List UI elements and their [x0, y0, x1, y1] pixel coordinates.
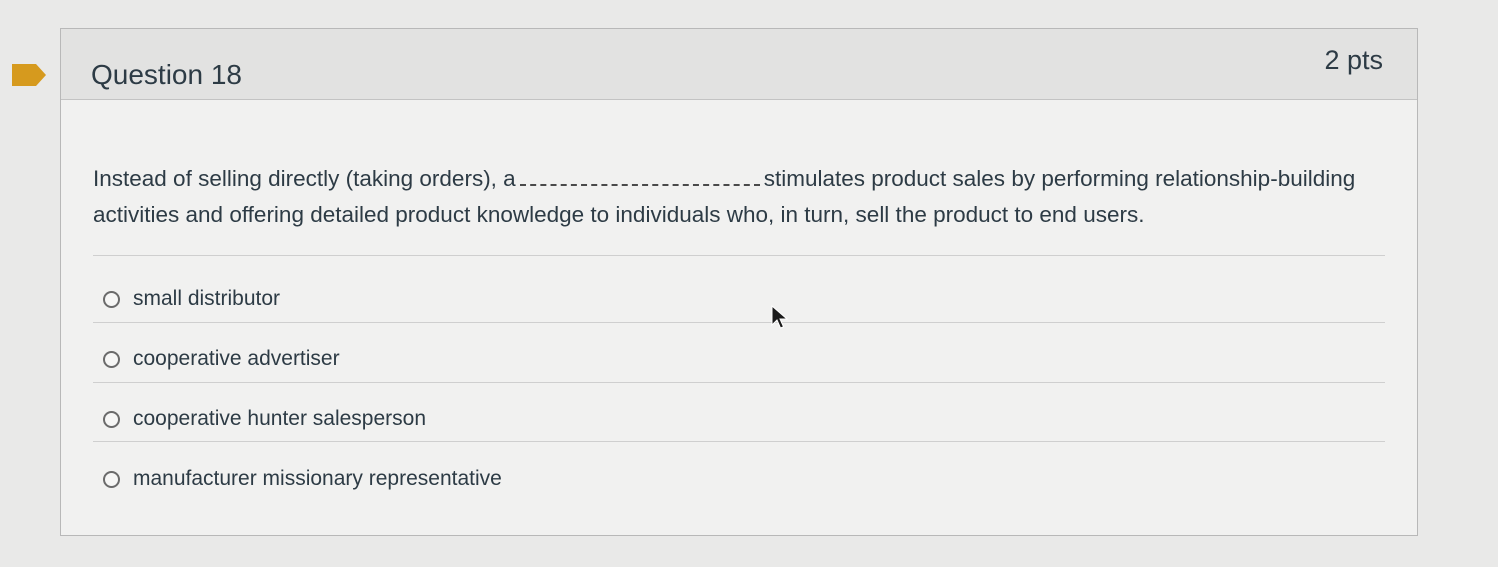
fill-in-blank	[519, 166, 760, 186]
question-card: Question 18 2 pts Instead of selling dir…	[60, 28, 1418, 536]
mouse-pointer-icon	[771, 305, 789, 329]
answer-label: cooperative hunter salesperson	[133, 407, 427, 430]
answer-option-cooperative-advertiser[interactable]: cooperative advertiser	[103, 339, 340, 379]
flag-question-icon[interactable]	[12, 64, 46, 86]
answer-label: manufacturer missionary representative	[133, 467, 502, 490]
answer-option-cooperative-hunter-salesperson[interactable]: cooperative hunter salesperson	[103, 399, 426, 439]
answer-option-manufacturer-missionary-representative[interactable]: manufacturer missionary representative	[103, 459, 502, 499]
question-text: Instead of selling directly (taking orde…	[93, 161, 1383, 233]
answer-label: small distributor	[133, 287, 281, 310]
answer-label: cooperative advertiser	[133, 347, 340, 370]
radio-unchecked-icon[interactable]	[103, 290, 120, 308]
radio-unchecked-icon[interactable]	[103, 410, 120, 428]
question-text-before: Instead of selling directly (taking orde…	[93, 166, 516, 191]
radio-unchecked-icon[interactable]	[103, 350, 120, 368]
divider	[93, 322, 1385, 323]
question-title: Question 18	[91, 59, 242, 90]
radio-unchecked-icon[interactable]	[103, 470, 120, 488]
divider	[93, 255, 1385, 256]
answer-option-small-distributor[interactable]: small distributor	[103, 279, 280, 319]
divider	[93, 382, 1385, 383]
divider	[93, 441, 1385, 442]
question-points: 2 pts	[1324, 45, 1383, 75]
question-header: Question 18 2 pts	[61, 29, 1417, 100]
